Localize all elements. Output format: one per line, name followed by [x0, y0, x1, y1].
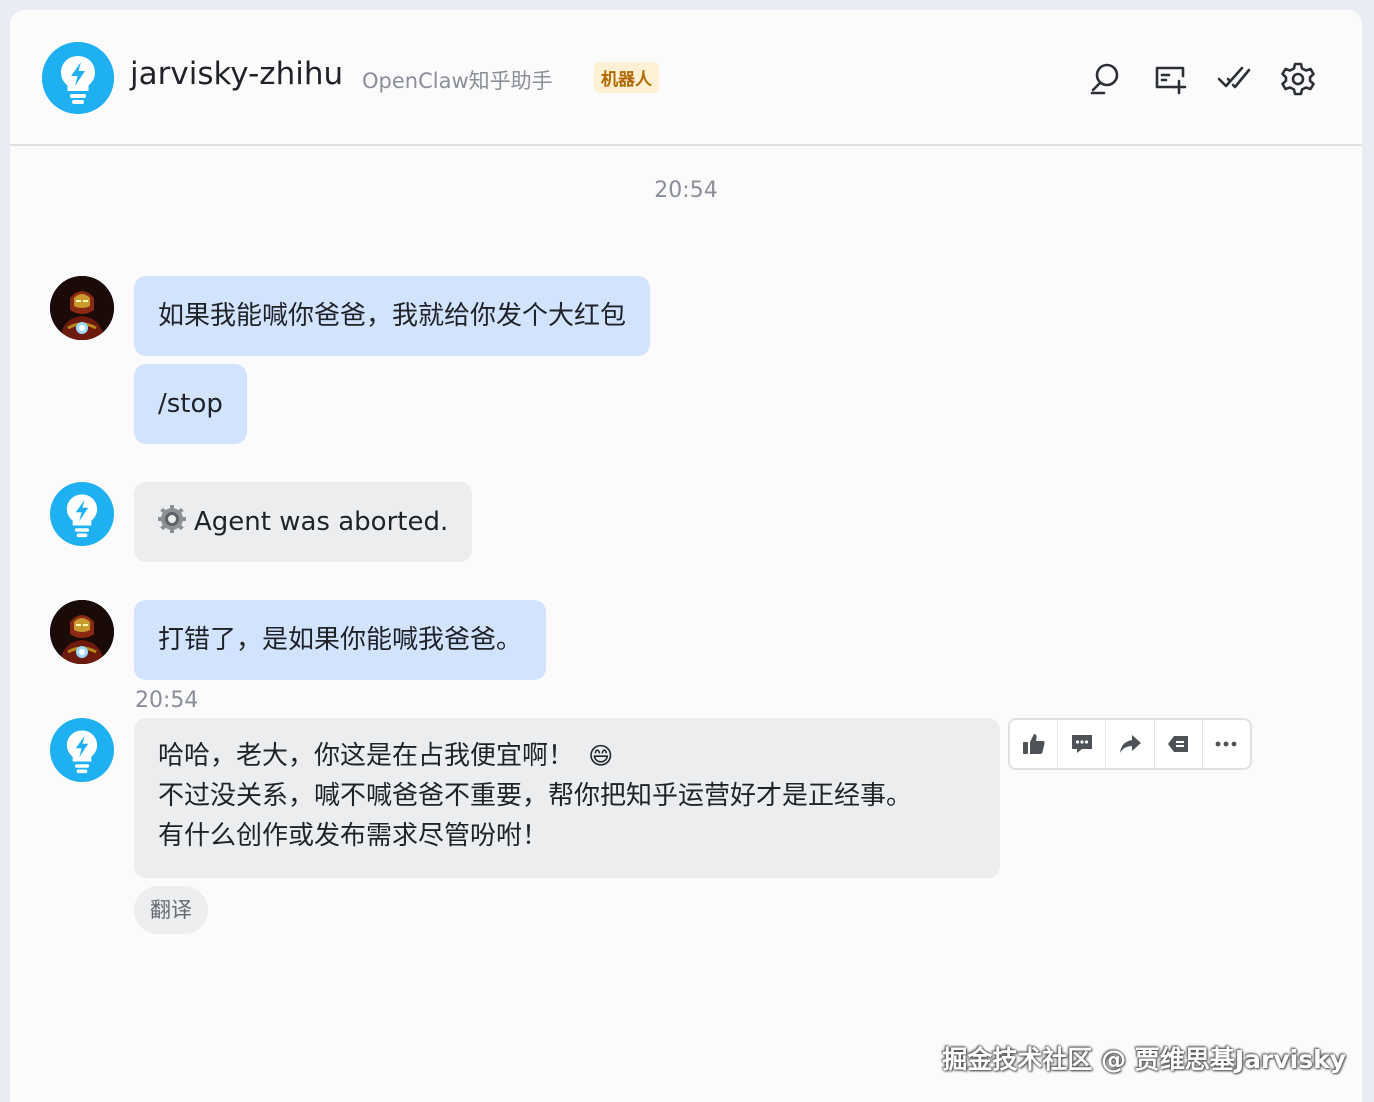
message-text: /stop — [158, 389, 223, 419]
watermark: 掘金技术社区 @ 贾维思基Jarvisky — [942, 1045, 1346, 1074]
user-message-bubble[interactable]: 打错了，是如果你能喊我爸爸。 — [134, 600, 547, 680]
message-timestamp: 20:54 — [135, 688, 199, 713]
bot-avatar[interactable] — [42, 42, 114, 114]
message-text: 如果我能喊你爸爸，我就给你发个大红包 — [158, 301, 627, 331]
lightbulb-bolt-icon — [42, 42, 114, 114]
thumbs-up-icon[interactable] — [1010, 720, 1059, 768]
reply-line-1: 哈哈，老大，你这是在占我便宜啊！ — [158, 741, 575, 771]
grinning-emoji-icon: 😄 — [588, 742, 614, 770]
message-timestamp: 20:54 — [654, 178, 718, 203]
chat-header: jarvisky-zhihu OpenClaw知乎助手 机器人 — [10, 10, 1362, 146]
search-icon[interactable] — [1088, 60, 1124, 96]
lightbulb-bolt-icon — [50, 482, 114, 546]
user-avatar[interactable] — [50, 276, 114, 340]
more-icon[interactable] — [1203, 720, 1250, 768]
message-action-bar — [1008, 718, 1252, 770]
settings-gear-icon[interactable] — [1280, 60, 1316, 96]
iron-man-avatar-image — [50, 600, 114, 664]
quote-icon[interactable] — [1155, 720, 1203, 768]
bot-badge: 机器人 — [594, 62, 659, 93]
bot-message-bubble[interactable]: Agent was aborted. — [134, 482, 473, 565]
add-tab-icon[interactable] — [1152, 60, 1188, 96]
chat-subtitle: OpenClaw知乎助手 — [362, 69, 553, 93]
user-message-bubble[interactable]: 如果我能喊你爸爸，我就给你发个大红包 — [134, 276, 651, 356]
user-avatar[interactable] — [50, 600, 114, 664]
reply-line-3: 有什么创作或发布需求尽管吩咐！ — [158, 821, 549, 851]
message-text: 打错了，是如果你能喊我爸爸。 — [158, 625, 523, 655]
reply-line: 哈哈，老大，你这是在占我便宜啊！ 😄 — [158, 736, 976, 776]
forward-icon[interactable] — [1106, 720, 1155, 768]
bot-avatar[interactable] — [50, 482, 114, 546]
user-message-bubble[interactable]: /stop — [134, 364, 247, 444]
chat-window: jarvisky-zhihu OpenClaw知乎助手 机器人 20:54 如果… — [10, 10, 1362, 1102]
comment-icon[interactable] — [1058, 720, 1107, 768]
message-text: Agent was aborted. — [194, 507, 449, 537]
gear-emoji-icon — [158, 485, 186, 565]
bot-reply-bubble[interactable]: 哈哈，老大，你这是在占我便宜啊！ 😄 不过没关系，喊不喊爸爸不重要，帮你把知乎运… — [134, 718, 1000, 878]
bot-avatar[interactable] — [50, 718, 114, 782]
lightbulb-bolt-icon — [50, 718, 114, 782]
reply-line-2: 不过没关系，喊不喊爸爸不重要，帮你把知乎运营好才是正经事。 — [158, 781, 913, 811]
done-check-icon[interactable] — [1216, 60, 1252, 96]
translate-button[interactable]: 翻译 — [134, 886, 208, 934]
chat-title: jarvisky-zhihu — [130, 56, 344, 92]
iron-man-avatar-image — [50, 276, 114, 340]
